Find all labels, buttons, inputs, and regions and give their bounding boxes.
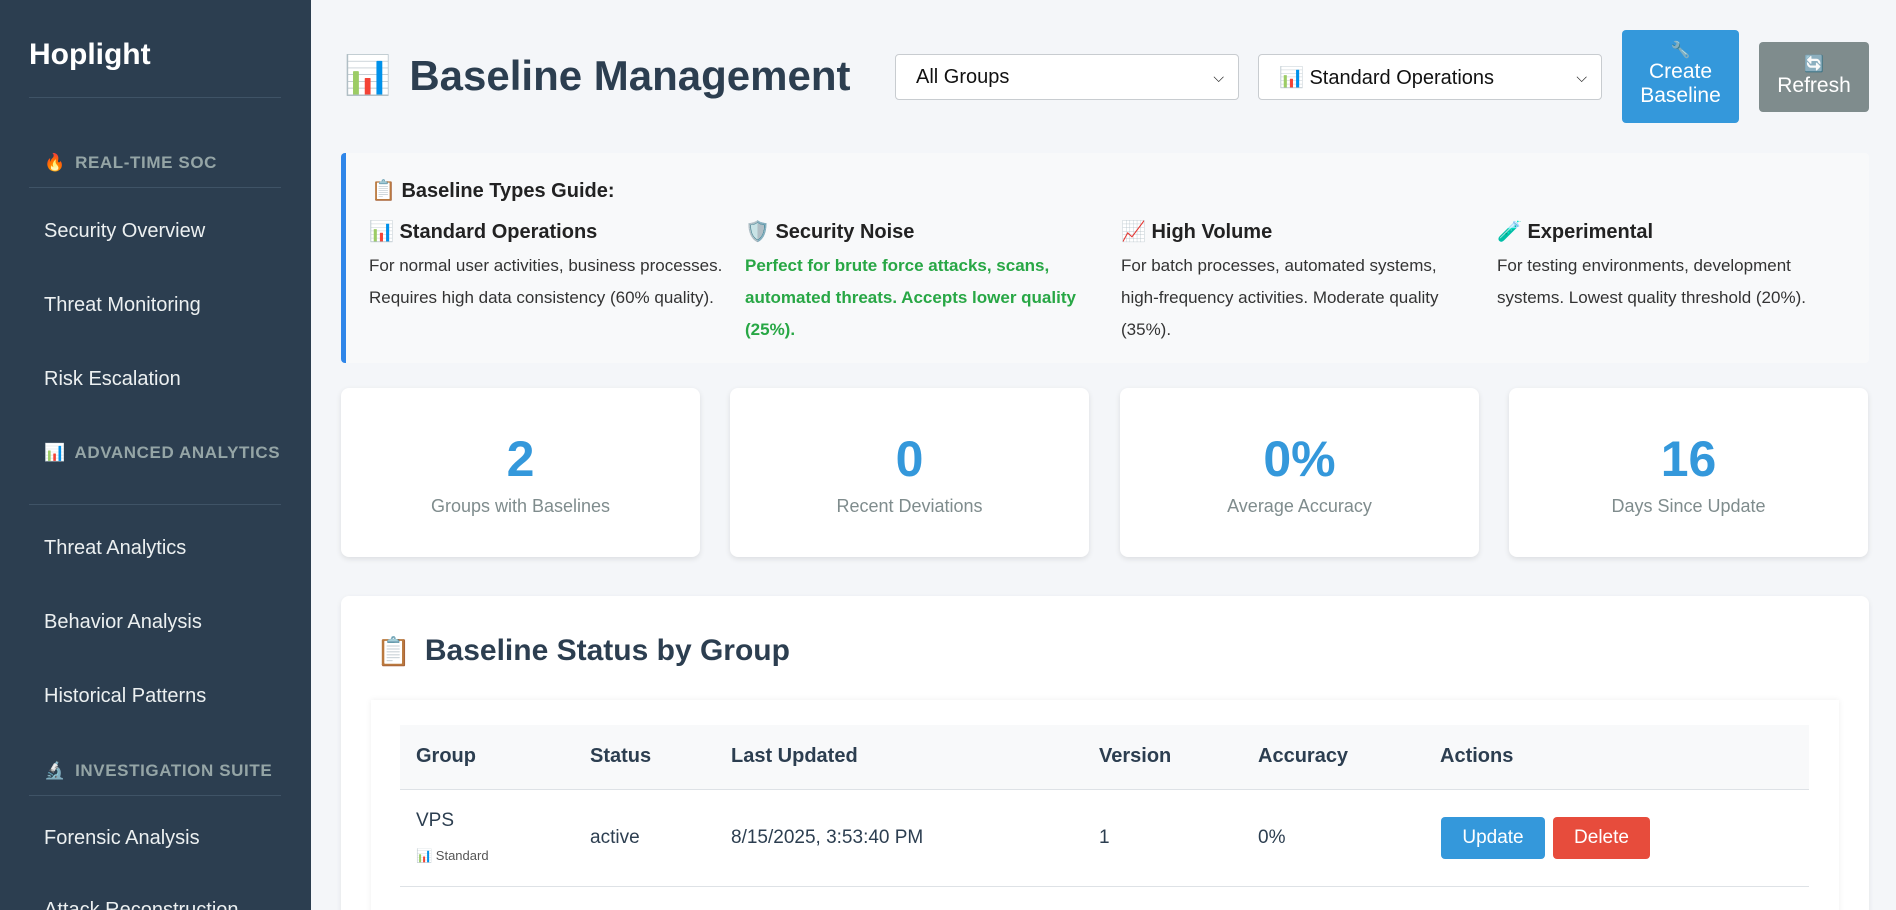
guide-type-experimental: 🧪 Experimental For testing environments,… — [1497, 219, 1852, 314]
refresh-icon: 🔄 — [1804, 56, 1824, 73]
guide-title-text: Baseline Types Guide: — [401, 180, 615, 202]
sidebar-item-behavior-analysis[interactable]: Behavior Analysis — [29, 609, 281, 635]
baseline-status-panel: 📋 Baseline Status by Group Group Status … — [341, 596, 1869, 910]
guide-type-standard: 📊 Standard Operations For normal user ac… — [369, 219, 724, 314]
accuracy-value: 0% — [1258, 827, 1286, 848]
column-header-accuracy[interactable]: Accuracy — [1258, 745, 1348, 768]
guide-type-name: Security Noise — [775, 221, 915, 243]
sidebar-item-risk-escalation[interactable]: Risk Escalation — [29, 366, 281, 392]
table-header: Group Status Last Updated Version Accura… — [400, 725, 1809, 790]
baseline-type-select[interactable]: 📊 Standard Operations ⌵ — [1258, 54, 1602, 100]
stat-card-groups-with-baselines: 2 Groups with Baselines — [341, 388, 700, 557]
section-label: ADVANCED ANALYTICS — [74, 443, 281, 462]
panel-title: 📋 Baseline Status by Group — [376, 634, 790, 668]
line-chart-icon: 📈 — [1121, 221, 1146, 243]
guide-type-heading: 🧪 Experimental — [1497, 219, 1852, 244]
sidebar-item-threat-analytics[interactable]: Threat Analytics — [29, 535, 281, 561]
section-header-advanced-analytics: 📊 ADVANCED ANALYTICS — [29, 439, 281, 466]
refresh-label: Refresh — [1777, 74, 1851, 97]
divider — [29, 504, 281, 505]
divider — [29, 187, 281, 188]
guide-type-name: Experimental — [1527, 221, 1654, 243]
delete-button[interactable]: Delete — [1553, 817, 1650, 859]
guide-type-name: Standard Operations — [399, 221, 598, 243]
version-value: 1 — [1099, 827, 1110, 848]
column-header-group[interactable]: Group — [416, 745, 476, 768]
guide-type-heading: 📊 Standard Operations — [369, 219, 724, 244]
group-filter-select[interactable]: All Groups ⌵ — [895, 54, 1239, 100]
status-value: active — [590, 827, 640, 848]
bar-chart-icon: 📊 — [369, 221, 394, 243]
group-name: VPS — [416, 810, 455, 831]
guide-type-description: For batch processes, automated systems, … — [1121, 256, 1439, 339]
stat-value: 0% — [1263, 431, 1336, 487]
sidebar-item-security-overview[interactable]: Security Overview — [29, 218, 281, 244]
guide-type-heading: 🛡️ Security Noise — [745, 219, 1100, 244]
test-tube-icon: 🧪 — [1497, 221, 1522, 243]
bar-chart-icon: 📊 — [344, 55, 392, 97]
brand-logo[interactable]: Hoplight — [29, 38, 151, 72]
chevron-down-icon: ⌵ — [1576, 68, 1587, 85]
column-header-last-updated[interactable]: Last Updated — [731, 745, 858, 768]
section-label: INVESTIGATION SUITE — [75, 761, 273, 780]
table-row: VPS 📊 Standard active 8/15/2025, 3:53:40… — [400, 790, 1809, 887]
section-header-investigation-suite: 🔬 INVESTIGATION SUITE — [29, 757, 281, 784]
clipboard-icon: 📋 — [376, 635, 411, 667]
column-header-actions: Actions — [1440, 745, 1514, 767]
guide-title: 📋 Baseline Types Guide: — [371, 178, 615, 203]
baseline-types-guide: 📋 Baseline Types Guide: 📊 Standard Opera… — [341, 153, 1869, 363]
stat-label: Days Since Update — [1611, 496, 1766, 516]
stat-label: Groups with Baselines — [430, 496, 611, 516]
clipboard-icon: 📋 — [371, 180, 396, 202]
refresh-button[interactable]: 🔄 Refresh — [1759, 42, 1869, 112]
guide-type-heading: 📈 High Volume — [1121, 219, 1476, 244]
column-header-version[interactable]: Version — [1099, 745, 1171, 768]
divider — [29, 795, 281, 796]
create-baseline-label: Create Baseline — [1640, 60, 1721, 107]
guide-type-description: Perfect for brute force attacks, scans, … — [745, 256, 1076, 339]
guide-type-description: For normal user activities, business pro… — [369, 256, 723, 307]
create-baseline-button[interactable]: 🔧 Create Baseline — [1622, 30, 1739, 123]
shield-icon: 🛡️ — [745, 221, 770, 243]
last-updated-value: 8/15/2025, 3:53:40 PM — [731, 827, 924, 848]
sidebar-item-attack-reconstruction[interactable]: Attack Reconstruction — [29, 897, 281, 910]
sidebar-item-forensic-analysis[interactable]: Forensic Analysis — [29, 825, 281, 851]
page-title: 📊 Baseline Management — [344, 52, 850, 100]
group-filter-value: All Groups — [916, 65, 1010, 88]
guide-type-security-noise: 🛡️ Security Noise Perfect for brute forc… — [745, 219, 1100, 346]
baseline-type-badge: 📊 Standard — [416, 848, 489, 863]
stat-value: 2 — [506, 431, 535, 487]
sidebar: Hoplight 🔥 REAL-TIME SOC Security Overvi… — [0, 0, 311, 910]
bar-chart-icon: 📊 — [44, 443, 66, 462]
guide-type-high-volume: 📈 High Volume For batch processes, autom… — [1121, 219, 1476, 346]
stat-value: 0 — [895, 431, 924, 487]
baseline-type-value: 📊 Standard Operations — [1279, 66, 1495, 89]
page-title-text: Baseline Management — [409, 52, 851, 99]
stat-card-days-since-update: 16 Days Since Update — [1509, 388, 1868, 557]
panel-title-text: Baseline Status by Group — [424, 634, 790, 667]
sidebar-item-threat-monitoring[interactable]: Threat Monitoring — [29, 292, 281, 318]
stat-card-recent-deviations: 0 Recent Deviations — [730, 388, 1089, 557]
stat-label: Average Accuracy — [1227, 496, 1372, 516]
stat-value: 16 — [1660, 431, 1717, 487]
guide-type-name: High Volume — [1151, 221, 1273, 243]
update-button[interactable]: Update — [1441, 817, 1545, 859]
stat-card-average-accuracy: 0% Average Accuracy — [1120, 388, 1479, 557]
section-header-realtime-soc: 🔥 REAL-TIME SOC — [29, 149, 281, 176]
stat-label: Recent Deviations — [836, 496, 983, 516]
divider — [29, 97, 281, 98]
chevron-down-icon: ⌵ — [1213, 68, 1224, 85]
fire-icon: 🔥 — [44, 153, 66, 172]
column-header-status[interactable]: Status — [590, 745, 651, 768]
wrench-icon: 🔧 — [1670, 42, 1691, 59]
guide-type-description: For testing environments, development sy… — [1497, 256, 1806, 307]
sidebar-item-historical-patterns[interactable]: Historical Patterns — [29, 683, 281, 709]
microscope-icon: 🔬 — [44, 761, 66, 780]
section-label: REAL-TIME SOC — [75, 153, 218, 172]
baseline-status-table: Group Status Last Updated Version Accura… — [371, 700, 1839, 910]
